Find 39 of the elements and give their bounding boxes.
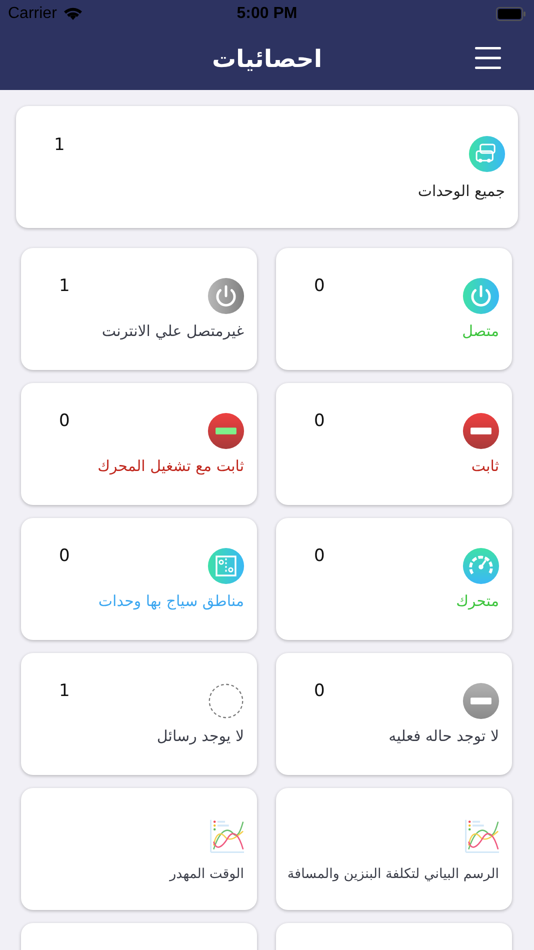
- card-label: لا توجد حاله فعليه: [388, 727, 499, 745]
- card-count: 0: [314, 276, 325, 296]
- report-card[interactable]: الرسم البياني لتكلفة البنزين والمسافة: [276, 788, 512, 910]
- card-count: 0: [314, 546, 325, 566]
- card-label: غيرمتصل علي الانترنت: [102, 322, 244, 340]
- card-label: متصل: [462, 322, 499, 340]
- card-count: 1: [59, 681, 70, 701]
- minus-icon: [462, 412, 500, 450]
- card-label: الرسم البياني لتكلفة البنزين والمسافة: [287, 866, 499, 882]
- report-card[interactable]: الوقت المهدر: [21, 788, 257, 910]
- card-count: 1: [59, 276, 70, 296]
- minus-icon: [462, 682, 500, 720]
- wifi-icon: [62, 7, 83, 21]
- line-chart-icon: [207, 817, 245, 855]
- card-count: 0: [314, 681, 325, 701]
- line-chart-icon: [462, 817, 500, 855]
- card-label: مناطق سياج بها وحدات: [98, 592, 244, 610]
- card-label: ثابت: [471, 457, 499, 475]
- card-label: جميع الوحدات: [418, 182, 505, 200]
- card-count: 0: [59, 411, 70, 431]
- dashed-circle-icon: [207, 682, 245, 720]
- card-count: 1: [54, 135, 65, 155]
- power-icon: [462, 277, 500, 315]
- power-icon: [207, 277, 245, 315]
- card-label: لا يوجد رسائل: [156, 727, 244, 745]
- battery-icon: [496, 7, 526, 21]
- card-label: متحرك: [456, 592, 499, 610]
- carrier-label: Carrier: [8, 5, 57, 23]
- screen-title: احصائيات: [212, 45, 322, 73]
- speedometer-icon: [462, 547, 500, 585]
- status-time: 5:00 PM: [236, 5, 298, 23]
- menu-button[interactable]: [474, 44, 502, 72]
- card-count: 0: [59, 546, 70, 566]
- card-count: 0: [314, 411, 325, 431]
- cars-icon: [468, 135, 506, 173]
- card-label: ثابت مع تشغيل المحرك: [98, 457, 244, 475]
- map-icon: [207, 547, 245, 585]
- minus-icon: [207, 412, 245, 450]
- card-label: الوقت المهدر: [170, 866, 244, 882]
